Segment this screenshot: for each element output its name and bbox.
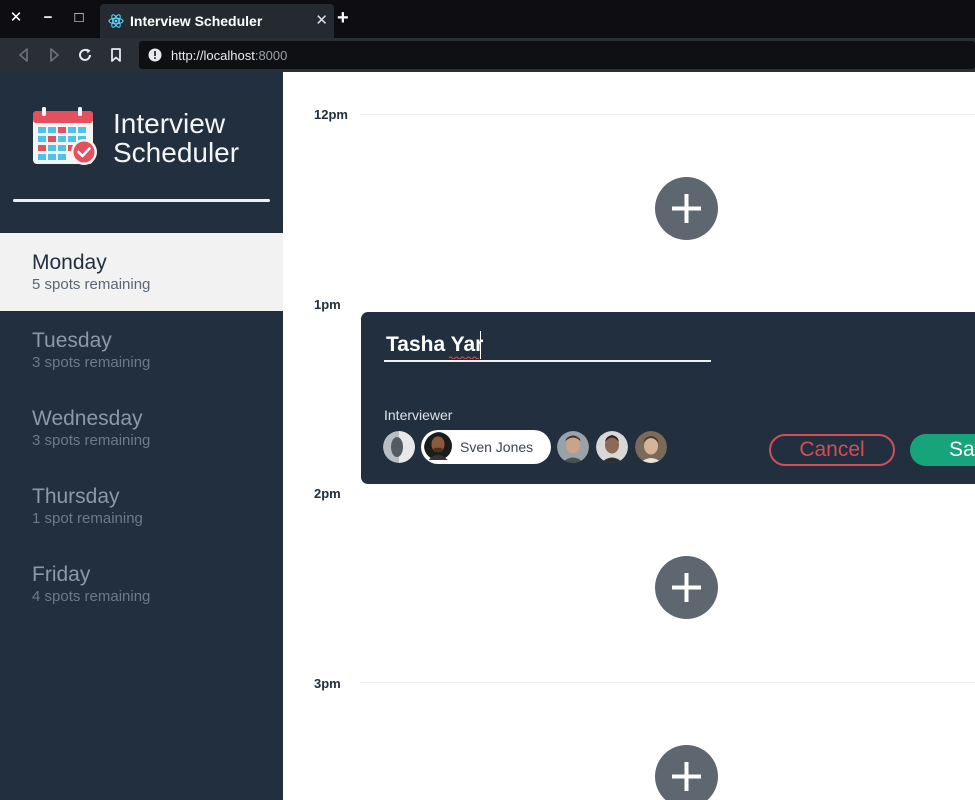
url-bar[interactable]: http://localhost:8000 bbox=[139, 41, 975, 69]
plus-circle-icon bbox=[672, 573, 701, 602]
day-name: Monday bbox=[32, 251, 107, 274]
day-list: Monday 5 spots remaining Tuesday 3 spots… bbox=[0, 233, 283, 623]
interviewer-label: Interviewer bbox=[384, 407, 453, 423]
window-maximize-icon[interactable]: □ bbox=[69, 8, 89, 28]
bookmark-icon[interactable] bbox=[106, 45, 126, 65]
hour-divider bbox=[360, 114, 975, 115]
interviewer-name: Sven Jones bbox=[460, 439, 534, 455]
add-appointment-button[interactable] bbox=[655, 556, 718, 619]
day-spots: 3 spots remaining bbox=[32, 432, 151, 449]
interviewer-avatar[interactable] bbox=[383, 431, 415, 463]
schedule: 12pm 1pm Interviewer bbox=[283, 72, 975, 800]
text-caret bbox=[480, 331, 481, 359]
day-name: Thursday bbox=[32, 485, 120, 508]
avatar-icon bbox=[383, 431, 415, 463]
avatar-icon bbox=[596, 431, 628, 463]
add-appointment-button[interactable] bbox=[655, 745, 718, 800]
time-label: 2pm bbox=[314, 486, 341, 501]
forward-arrow-icon[interactable] bbox=[44, 45, 64, 65]
hour-divider bbox=[360, 682, 975, 683]
sidebar-item-tuesday[interactable]: Tuesday 3 spots remaining bbox=[0, 311, 283, 389]
react-icon bbox=[108, 14, 124, 28]
interviewer-avatar bbox=[424, 432, 456, 464]
day-spots: 1 spot remaining bbox=[32, 510, 143, 527]
sidebar-item-monday[interactable]: Monday 5 spots remaining bbox=[0, 233, 283, 311]
new-tab-icon[interactable]: + bbox=[337, 7, 349, 29]
day-name: Wednesday bbox=[32, 407, 143, 430]
interviewer-avatar[interactable] bbox=[557, 431, 589, 463]
reload-icon[interactable] bbox=[75, 45, 95, 65]
window-close-icon[interactable]: ✕ bbox=[6, 8, 26, 28]
browser-tab[interactable]: Interview Scheduler ✕ bbox=[100, 4, 334, 38]
avatar-icon bbox=[424, 432, 452, 460]
spellcheck-underline bbox=[449, 356, 479, 359]
day-spots: 5 spots remaining bbox=[32, 276, 151, 293]
save-button[interactable]: Save bbox=[910, 434, 975, 466]
sidebar-item-wednesday[interactable]: Wednesday 3 spots remaining bbox=[0, 389, 283, 467]
plus-circle-icon bbox=[672, 762, 701, 791]
appointment-form: Interviewer Sven Jones bbox=[361, 312, 975, 484]
time-label: 12pm bbox=[314, 107, 348, 122]
tab-title: Interview Scheduler bbox=[130, 13, 263, 29]
url-text: http://localhost:8000 bbox=[171, 48, 288, 63]
day-name: Tuesday bbox=[32, 329, 112, 352]
time-label: 1pm bbox=[314, 297, 341, 312]
sidebar-divider bbox=[13, 199, 270, 202]
sidebar-item-friday[interactable]: Friday 4 spots remaining bbox=[0, 545, 283, 623]
back-arrow-icon[interactable] bbox=[14, 45, 34, 65]
tab-close-icon[interactable]: ✕ bbox=[315, 11, 328, 29]
interviewer-avatar[interactable] bbox=[635, 431, 667, 463]
avatar-icon bbox=[635, 431, 667, 463]
interviewer-avatar[interactable] bbox=[596, 431, 628, 463]
info-icon[interactable] bbox=[148, 48, 162, 62]
window-minimize-icon[interactable]: − bbox=[38, 8, 58, 28]
avatar-icon bbox=[557, 431, 589, 463]
day-name: Friday bbox=[32, 563, 91, 586]
app-brand: Interview Scheduler bbox=[113, 108, 240, 168]
calendar-check-icon bbox=[33, 107, 97, 165]
selected-interviewer-pill[interactable]: Sven Jones bbox=[421, 430, 551, 464]
sidebar-item-thursday[interactable]: Thursday 1 spot remaining bbox=[0, 467, 283, 545]
browser-tab-bar: ✕ − □ Interview Scheduler ✕ + bbox=[0, 0, 975, 38]
day-spots: 4 spots remaining bbox=[32, 588, 151, 605]
time-label: 3pm bbox=[314, 676, 341, 691]
plus-circle-icon bbox=[672, 194, 701, 223]
day-spots: 3 spots remaining bbox=[32, 354, 151, 371]
cancel-button[interactable]: Cancel bbox=[769, 434, 895, 466]
student-name-input[interactable] bbox=[384, 330, 711, 362]
sidebar: Interview Scheduler Monday 5 spots remai… bbox=[0, 72, 283, 800]
add-appointment-button[interactable] bbox=[655, 177, 718, 240]
browser-toolbar: http://localhost:8000 bbox=[0, 38, 975, 72]
